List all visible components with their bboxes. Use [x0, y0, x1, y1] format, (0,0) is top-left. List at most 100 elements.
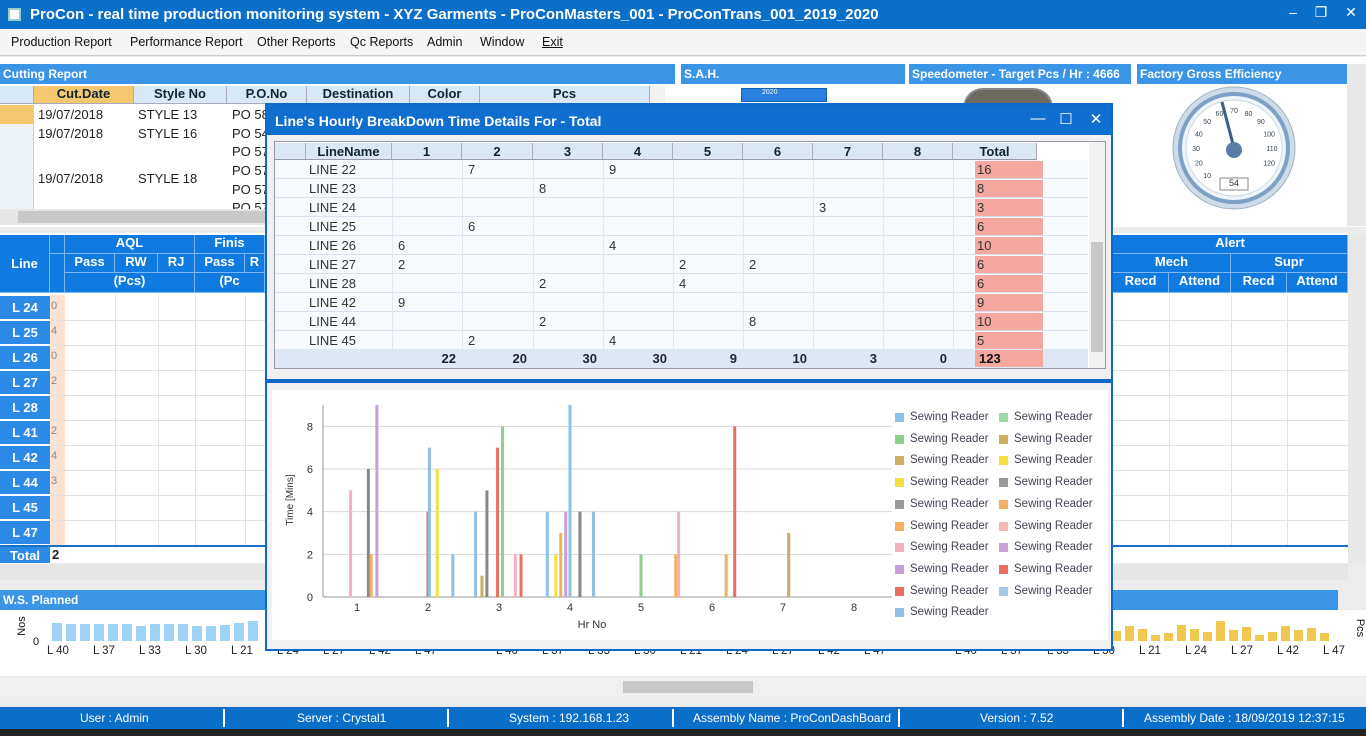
legend-swatch — [895, 521, 904, 531]
col-cut-date[interactable]: Cut.Date — [34, 86, 134, 104]
col-total[interactable]: Total — [953, 143, 1037, 160]
col-pcs[interactable]: Pcs — [480, 86, 650, 104]
ws-bar — [1229, 630, 1238, 641]
line-label[interactable]: L 42 — [0, 446, 50, 470]
col-divider — [392, 312, 393, 331]
col-hour-7[interactable]: 7 — [813, 143, 883, 160]
table-row[interactable]: LINE 42 9 9 — [275, 293, 1088, 312]
col-divider — [953, 236, 954, 255]
minimize-button[interactable]: – — [1278, 4, 1308, 24]
col-divider — [953, 274, 954, 293]
col-divider — [462, 198, 463, 217]
dialog-minimize-button[interactable]: — — [1027, 110, 1049, 127]
dialog-close-button[interactable]: ✕ — [1085, 110, 1107, 128]
menu-window[interactable]: Window — [480, 35, 524, 49]
line-label[interactable]: L 41 — [0, 421, 50, 445]
main-hscrollbar[interactable] — [0, 678, 1366, 696]
ws-bar — [164, 624, 174, 641]
legend-label: Sewing Reader — [1014, 476, 1093, 489]
table-row[interactable]: LINE 25 6 6 — [275, 217, 1088, 236]
ws-bar — [80, 624, 90, 641]
finish-header: Finis — [195, 235, 265, 254]
line-label[interactable]: L 28 — [0, 396, 50, 420]
table-vscroll-thumb[interactable] — [1091, 242, 1103, 352]
gauge-tick-label: 110 — [1266, 146, 1277, 153]
col-hour-1[interactable]: 1 — [392, 143, 462, 160]
col-divider — [883, 255, 884, 274]
grid-line — [115, 295, 116, 545]
table-row[interactable]: LINE 28 2 4 6 — [275, 274, 1088, 293]
legend-swatch — [999, 456, 1008, 466]
chart-bar — [674, 554, 678, 597]
legend-label: Sewing Reader — [1014, 411, 1093, 423]
splitter[interactable] — [267, 379, 1111, 383]
row-selector[interactable] — [0, 105, 34, 124]
col-hour-6[interactable]: 6 — [743, 143, 813, 160]
table-row[interactable]: LINE 45 2 4 5 — [275, 331, 1088, 350]
col-hour-5[interactable]: 5 — [673, 143, 743, 160]
line-label[interactable]: L 25 — [0, 321, 50, 345]
line-label[interactable]: L 45 — [0, 496, 50, 520]
menu-performance-report[interactable]: Performance Report — [130, 35, 243, 49]
gauge-tick-label: 90 — [1257, 119, 1265, 126]
line-label[interactable]: L 26 — [0, 346, 50, 370]
col-divider — [462, 293, 463, 312]
table-row[interactable]: LINE 27 2 2 2 6 — [275, 255, 1088, 274]
legend-swatch — [895, 564, 904, 574]
gauge-tick-label: 80 — [1245, 111, 1253, 118]
menu-exit[interactable]: Exit — [542, 35, 563, 49]
line-label[interactable]: L 44 — [0, 471, 50, 495]
menu-qc-reports[interactable]: Qc Reports — [350, 35, 413, 49]
col-po-no[interactable]: P.O.No — [227, 86, 307, 104]
line-label[interactable]: L 24 — [0, 296, 50, 320]
restore-button[interactable]: ❐ — [1306, 4, 1336, 24]
dialog-maximize-button[interactable]: ☐ — [1055, 110, 1077, 128]
gauge-tick-label: 30 — [1192, 146, 1200, 153]
grid-vscrollbar[interactable] — [1348, 235, 1366, 563]
ws-bar — [1177, 625, 1186, 641]
top-vscrollbar[interactable] — [1347, 64, 1366, 226]
x-tick-label: 1 — [354, 602, 360, 614]
col-divider — [603, 274, 604, 293]
main-hscroll-thumb[interactable] — [623, 681, 753, 693]
ws-bar — [1255, 635, 1264, 641]
col-divider — [673, 179, 674, 198]
col-hour-3[interactable]: 3 — [533, 143, 603, 160]
legend-label: Sewing Reader — [910, 476, 989, 489]
status-user: User : Admin — [80, 711, 149, 725]
menu-other-reports[interactable]: Other Reports — [257, 35, 336, 49]
status-assembly: Assembly Name : ProConDashBoard — [693, 711, 892, 725]
grand-total: 123 — [979, 351, 1001, 366]
menu-production-report[interactable]: Production Report — [11, 35, 112, 49]
col-divider — [883, 179, 884, 198]
line-label[interactable]: L 47 — [0, 521, 50, 545]
table-row[interactable]: LINE 26 6 4 10 — [275, 236, 1088, 255]
col-divider — [392, 179, 393, 198]
menu-admin[interactable]: Admin — [427, 35, 462, 49]
close-button[interactable]: ✕ — [1336, 4, 1366, 24]
chart-bar — [639, 554, 643, 597]
col-color[interactable]: Color — [410, 86, 480, 104]
hour-value-cell: 4 — [609, 238, 617, 253]
table-row[interactable]: LINE 24 3 3 — [275, 198, 1088, 217]
col-hour-4[interactable]: 4 — [603, 143, 673, 160]
ws-ylabel: Nos — [15, 616, 28, 636]
table-row[interactable]: LINE 22 7 9 16 — [275, 160, 1088, 179]
total-cell: 6 — [977, 219, 985, 234]
supr-attend: Attend — [1287, 273, 1348, 293]
cut-date-cell: 19/07/2018 — [38, 126, 104, 141]
table-vscrollbar[interactable] — [1089, 142, 1105, 368]
col-hour-2[interactable]: 2 — [462, 143, 533, 160]
grid-line — [1169, 295, 1170, 545]
table-row[interactable]: LINE 44 2 8 10 — [275, 312, 1088, 331]
line-label[interactable]: L 27 — [0, 371, 50, 395]
line-name-cell: LINE 27 — [309, 257, 356, 272]
col-divider — [603, 217, 604, 236]
table-row[interactable]: LINE 23 8 8 — [275, 179, 1088, 198]
col-style-no[interactable]: Style No — [134, 86, 227, 104]
po-cell: PO 58 — [232, 107, 269, 122]
col-divider — [813, 274, 814, 293]
col-linename[interactable]: LineName — [306, 143, 392, 160]
col-hour-8[interactable]: 8 — [883, 143, 953, 160]
col-destination[interactable]: Destination — [307, 86, 410, 104]
